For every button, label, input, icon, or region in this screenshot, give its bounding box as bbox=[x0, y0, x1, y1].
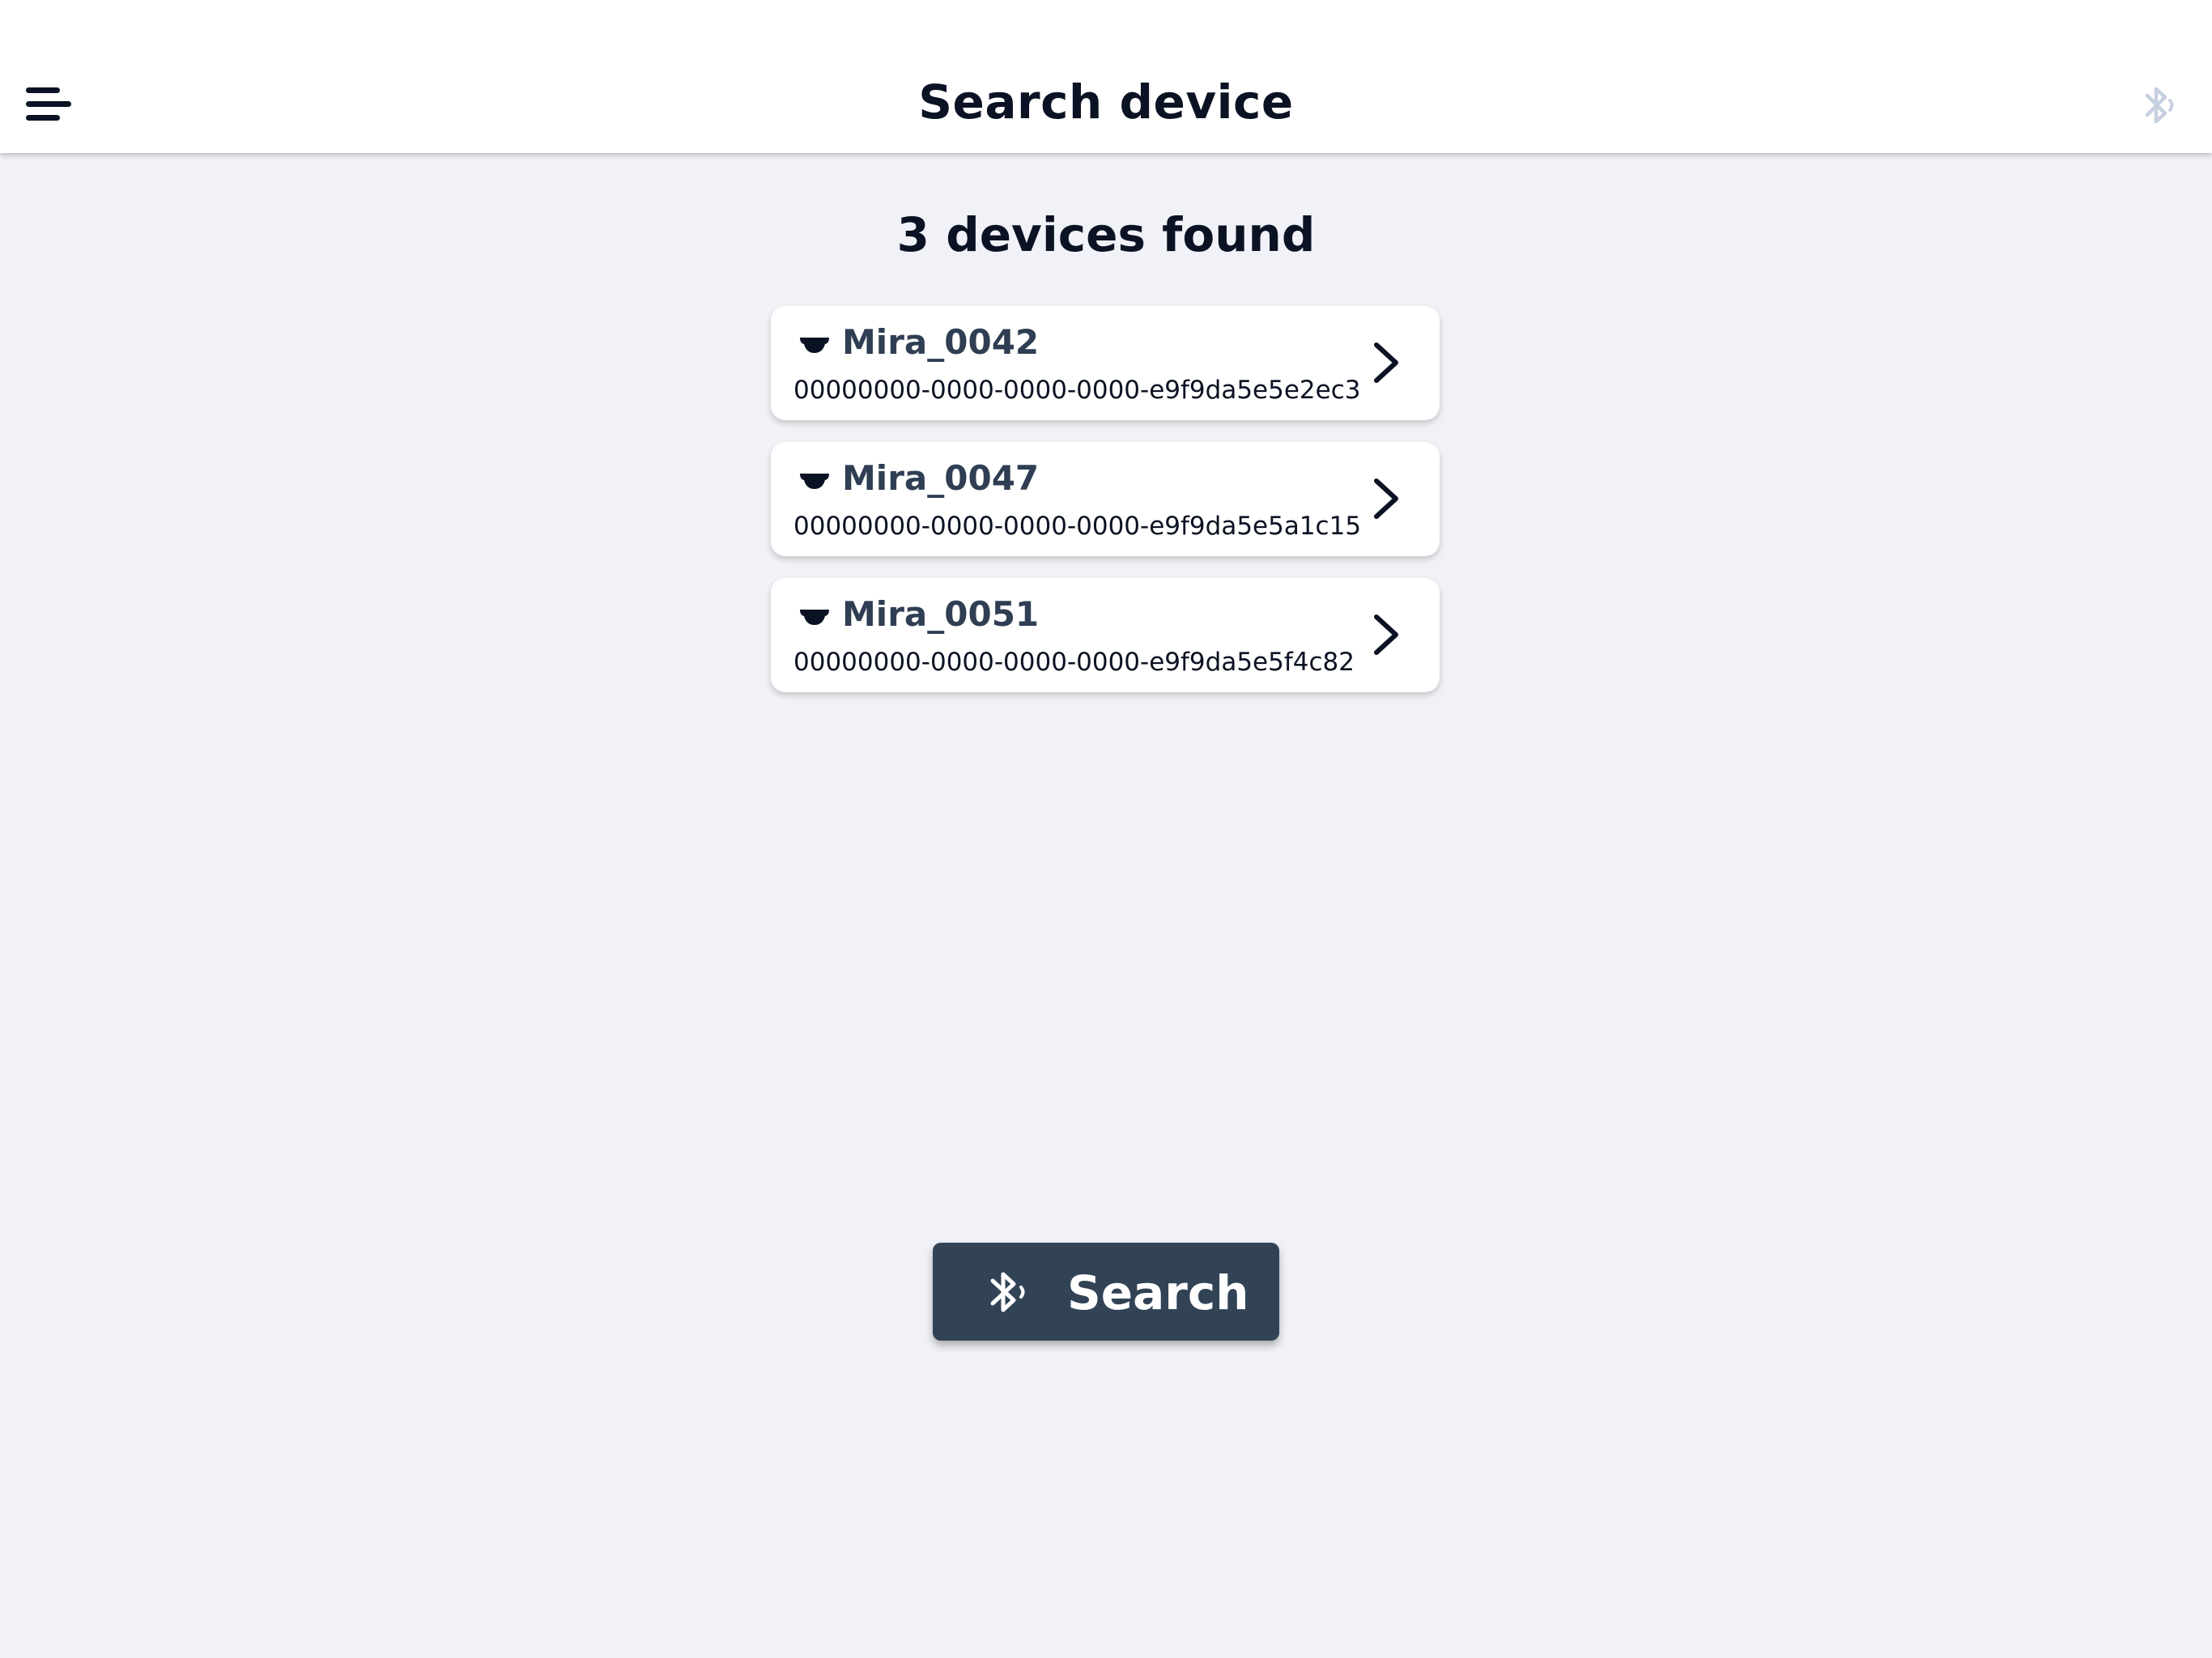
bluetooth-status bbox=[2141, 83, 2180, 128]
device-name: Mira_0051 bbox=[842, 594, 1040, 634]
chevron-right-icon bbox=[1374, 614, 1398, 655]
device-name: Mira_0042 bbox=[842, 322, 1040, 362]
devices-found-title: 3 devices found bbox=[896, 207, 1316, 262]
bluetooth-searching-icon bbox=[2145, 87, 2174, 124]
device-icon bbox=[800, 610, 829, 625]
device-uuid: 00000000-0000-0000-0000-e9f9da5e5e2ec3 bbox=[793, 376, 1361, 405]
bluetooth-searching-icon bbox=[990, 1272, 1025, 1312]
device-list: Mira_0042 00000000-0000-0000-0000-e9f9da… bbox=[771, 306, 1440, 714]
search-button-label: Search bbox=[1067, 1265, 1249, 1320]
device-card[interactable]: Mira_0051 00000000-0000-0000-0000-e9f9da… bbox=[771, 578, 1440, 692]
device-uuid: 00000000-0000-0000-0000-e9f9da5e5a1c15 bbox=[793, 512, 1362, 541]
chevron-right-icon bbox=[1374, 478, 1398, 519]
device-name: Mira_0047 bbox=[842, 458, 1040, 498]
page-title: Search device bbox=[918, 74, 1294, 130]
device-icon bbox=[800, 338, 829, 353]
device-card[interactable]: Mira_0042 00000000-0000-0000-0000-e9f9da… bbox=[771, 306, 1440, 420]
search-button[interactable]: Search bbox=[933, 1243, 1279, 1341]
device-uuid: 00000000-0000-0000-0000-e9f9da5e5f4c82 bbox=[793, 648, 1355, 677]
chevron-right-icon bbox=[1374, 342, 1398, 383]
app-header: Search device bbox=[0, 0, 2212, 153]
device-card[interactable]: Mira_0047 00000000-0000-0000-0000-e9f9da… bbox=[771, 442, 1440, 556]
device-icon bbox=[800, 474, 829, 489]
